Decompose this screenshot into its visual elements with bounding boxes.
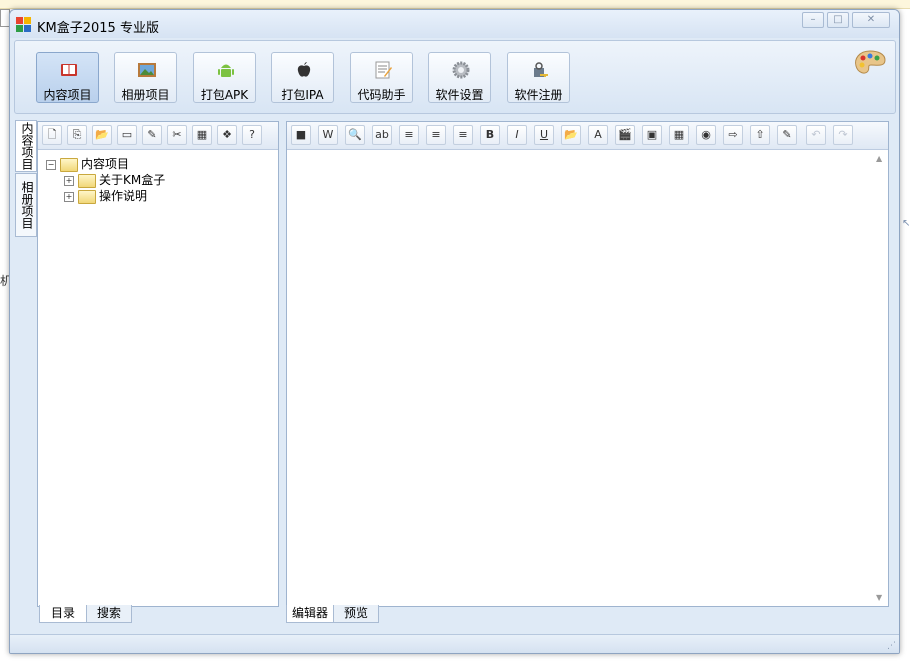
tab-label: 预览 <box>343 606 368 620</box>
build-ipa-label: 打包IPA <box>281 88 324 102</box>
gear-icon <box>451 60 471 80</box>
undo-icon[interactable]: ↶ <box>806 125 826 145</box>
close-button[interactable]: ✕ <box>852 12 890 28</box>
underline-icon[interactable]: U <box>534 125 554 145</box>
palette-icon[interactable] <box>853 49 887 77</box>
export-icon[interactable]: ▭ <box>117 125 137 145</box>
spellcheck-icon[interactable]: ab <box>372 125 392 145</box>
tree-node-label: 操作说明 <box>99 189 148 203</box>
side-tab-album-project[interactable]: 相册项目 <box>15 173 37 237</box>
align-right-icon[interactable]: ≡ <box>453 125 473 145</box>
album-project-button[interactable]: 相册项目 <box>114 52 177 103</box>
background-fragment-right: ↖ <box>902 218 910 229</box>
tools-icon[interactable]: ✂ <box>167 125 187 145</box>
italic-icon[interactable]: I <box>507 125 527 145</box>
minimize-icon: – <box>810 14 816 25</box>
clear-format-icon[interactable]: ✎ <box>777 125 797 145</box>
folder-icon <box>78 189 96 204</box>
software-register-button[interactable]: 软件注册 <box>507 52 570 103</box>
status-bar: ⋰ <box>10 634 899 653</box>
save-icon[interactable]: ■ <box>291 125 311 145</box>
key-icon <box>530 60 550 80</box>
editor-panel: ■ W 🔍 ab ≡ ≡ ≡ B I U 📂 A 🎬 ▣ ▦ ◉ ⇨ ⇧ ✎ ↶ ↷ ▲ ▼ <box>286 121 889 607</box>
picture-icon <box>137 60 157 80</box>
tree-node-instructions[interactable]: + 操作说明 <box>64 187 148 204</box>
close-icon: ✕ <box>866 14 876 25</box>
align-center-icon[interactable]: ≡ <box>426 125 446 145</box>
import-icon[interactable]: ⇨ <box>723 125 743 145</box>
build-apk-label: 打包APK <box>200 88 249 102</box>
ribbon-toolbar: 内容项目 相册项目 打包APK 打包IPA 代码助手 软件设置 软件注册 <box>14 40 896 114</box>
bold-icon[interactable]: B <box>480 125 500 145</box>
minimize-button[interactable]: – <box>802 12 824 28</box>
title-bar[interactable]: KM盒子2015 专业版 – □ ✕ <box>10 10 899 38</box>
resize-grip-icon[interactable]: ⋰ <box>887 641 896 651</box>
redo-icon[interactable]: ↷ <box>833 125 853 145</box>
maximize-icon: □ <box>833 14 843 25</box>
tree-node-label: 关于KM盒子 <box>99 173 166 187</box>
tree-node-label: 内容项目 <box>81 157 130 171</box>
software-settings-label: 软件设置 <box>435 88 484 102</box>
find-icon[interactable]: 🔍 <box>345 125 365 145</box>
build-apk-button[interactable]: 打包APK <box>193 52 256 103</box>
content-project-label: 内容项目 <box>43 88 92 102</box>
notepad-icon <box>373 60 393 80</box>
tab-editor[interactable]: 编辑器 <box>286 605 334 623</box>
code-assistant-button[interactable]: 代码助手 <box>350 52 413 103</box>
tree-node-root[interactable]: − 内容项目 <box>46 155 130 172</box>
tab-label: 编辑器 <box>291 606 328 620</box>
scroll-up-icon[interactable]: ▲ <box>876 154 882 163</box>
link-icon[interactable]: ❖ <box>217 125 237 145</box>
copy-file-icon[interactable]: ⎘ <box>67 125 87 145</box>
new-file-icon[interactable]: 🗋 <box>42 125 62 145</box>
font-color-icon[interactable]: A <box>588 125 608 145</box>
editor-area[interactable]: ▲ ▼ <box>287 150 888 606</box>
code-assistant-label: 代码助手 <box>357 88 406 102</box>
folder-image-icon[interactable]: 📂 <box>561 125 581 145</box>
app-logo-icon <box>16 17 32 33</box>
folder-icon <box>78 173 96 188</box>
book-icon <box>59 60 79 80</box>
tab-directory[interactable]: 目录 <box>39 605 87 623</box>
tab-label: 目录 <box>50 606 75 620</box>
directory-toolbar: 🗋 ⎘ 📂 ▭ ✎ ✂ ▦ ❖ ? <box>38 122 278 150</box>
video-icon[interactable]: 🎬 <box>615 125 635 145</box>
table-icon[interactable]: ▦ <box>669 125 689 145</box>
side-tab-label: 相册项目 <box>20 181 34 229</box>
scroll-down-icon[interactable]: ▼ <box>876 593 882 602</box>
window-title: KM盒子2015 专业版 <box>37 21 159 36</box>
expand-icon[interactable]: + <box>64 191 74 202</box>
editor-scrollbar[interactable]: ▲ ▼ <box>872 150 888 606</box>
software-register-label: 软件注册 <box>514 88 563 102</box>
align-left-icon[interactable]: ≡ <box>399 125 419 145</box>
content-project-button[interactable]: 内容项目 <box>36 52 99 103</box>
album-project-label: 相册项目 <box>121 88 170 102</box>
export-doc-icon[interactable]: ⇧ <box>750 125 770 145</box>
web-icon[interactable]: ◉ <box>696 125 716 145</box>
android-icon <box>216 60 236 80</box>
editor-toolbar: ■ W 🔍 ab ≡ ≡ ≡ B I U 📂 A 🎬 ▣ ▦ ◉ ⇨ ⇧ ✎ ↶ ↷ <box>287 122 888 150</box>
word-icon[interactable]: W <box>318 125 338 145</box>
qrcode-icon[interactable]: ▦ <box>192 125 212 145</box>
build-ipa-button[interactable]: 打包IPA <box>271 52 334 103</box>
directory-panel: 🗋 ⎘ 📂 ▭ ✎ ✂ ▦ ❖ ? − 内容项目 + 关于KM盒子 + 操作说明 <box>37 121 279 607</box>
help-icon[interactable]: ? <box>242 125 262 145</box>
apple-icon <box>294 60 314 80</box>
tree-node-about[interactable]: + 关于KM盒子 <box>64 171 166 188</box>
app-window: KM盒子2015 专业版 – □ ✕ 内容项目 相册项目 打包APK 打包IPA… <box>9 9 900 654</box>
expand-icon[interactable]: + <box>64 175 74 186</box>
open-folder-icon[interactable]: 📂 <box>92 125 112 145</box>
maximize-button[interactable]: □ <box>827 12 849 28</box>
tab-search[interactable]: 搜索 <box>86 605 132 623</box>
tab-label: 搜索 <box>96 606 121 620</box>
tab-preview[interactable]: 预览 <box>333 605 379 623</box>
background-window-strip <box>0 0 910 9</box>
folder-icon <box>60 157 78 172</box>
software-settings-button[interactable]: 软件设置 <box>428 52 491 103</box>
side-tab-content-project[interactable]: 内容项目 <box>15 120 37 172</box>
image-icon[interactable]: ▣ <box>642 125 662 145</box>
collapse-icon[interactable]: − <box>46 159 56 170</box>
edit-icon[interactable]: ✎ <box>142 125 162 145</box>
side-tab-label: 内容项目 <box>20 122 34 170</box>
